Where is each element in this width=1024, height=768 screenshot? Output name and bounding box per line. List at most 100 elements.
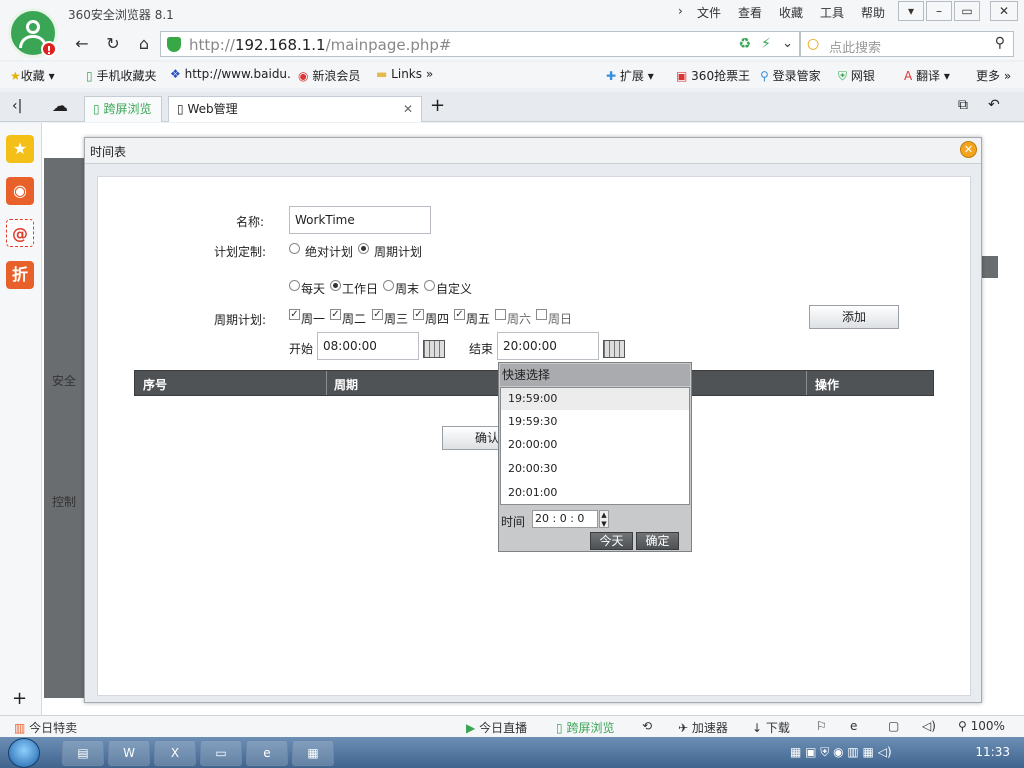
bookmark-sina[interactable]: ◉ 新浪会员 — [298, 67, 360, 84]
time-option[interactable]: 20:00:30 — [501, 458, 689, 480]
checkbox-tuesday[interactable]: ✓ — [330, 309, 341, 320]
bookmark-baidu[interactable]: ❖ http://www.baidu. — [170, 67, 291, 81]
close-window-button[interactable]: ✕ — [990, 1, 1018, 21]
bookmark-netbank[interactable]: ⛨ 网银 — [838, 67, 875, 84]
checkbox-saturday[interactable] — [495, 309, 506, 320]
discount-icon[interactable]: 折 — [6, 261, 34, 289]
cloud-icon[interactable]: ☁ — [52, 96, 68, 115]
skin-icon[interactable]: ▾ — [898, 1, 924, 21]
new-tab-icon[interactable]: + — [430, 95, 445, 116]
checkbox-monday[interactable]: ✓ — [289, 309, 300, 320]
menu-tools[interactable]: 工具 — [820, 4, 844, 21]
menu-file[interactable]: 文件 — [697, 4, 721, 21]
radio-workdays[interactable] — [330, 280, 341, 291]
bookmark-ticket[interactable]: ▣ 360抢票王 — [676, 67, 750, 84]
sidebar-toggle-icon[interactable]: ‹| — [12, 98, 22, 114]
close-tab-icon[interactable]: ✕ — [403, 97, 413, 121]
key-icon: ⚲ — [760, 69, 769, 83]
time-option[interactable]: 20:00:00 — [501, 434, 689, 456]
tray-icons[interactable]: ▦ ▣ ⛨ ◉ ▥ ▦ ◁) — [790, 745, 892, 760]
column-divider — [326, 371, 327, 395]
picker-ok-button[interactable]: 确定 — [636, 532, 679, 550]
refresh-icon[interactable]: ↻ — [101, 32, 125, 56]
checkbox-sunday[interactable] — [536, 309, 547, 320]
taskbar-browser-icon[interactable]: e — [246, 740, 288, 766]
window-icon[interactable]: ▢ — [888, 719, 899, 733]
live-today[interactable]: ▶ 今日直播 — [466, 719, 527, 736]
bookmark-extensions[interactable]: ✚ 扩展 ▾ — [606, 67, 654, 84]
speed-icon[interactable]: ⟲ — [642, 719, 652, 733]
radio-periodic-plan[interactable] — [358, 243, 369, 254]
system-clock[interactable]: 11:33 — [975, 745, 1010, 759]
downloads[interactable]: ↓ 下载 — [752, 719, 790, 736]
close-icon[interactable]: ✕ — [960, 141, 977, 158]
start-time-input[interactable]: 08:00:00 — [317, 332, 419, 360]
radio-weekend[interactable] — [383, 280, 394, 291]
time-option[interactable]: 20:01:00 — [501, 482, 689, 504]
search-input[interactable]: 点此搜索 — [829, 37, 881, 56]
chevron-down-icon[interactable]: ⌄ — [782, 36, 793, 51]
name-input[interactable]: WorkTime — [289, 206, 431, 234]
tab-web-management[interactable]: ▯ Web管理 ✕ — [168, 96, 422, 122]
taskbar-word-icon[interactable]: W — [108, 740, 150, 766]
add-sidebar-icon[interactable]: + — [12, 688, 27, 709]
accelerator[interactable]: ✈ 加速器 — [678, 719, 728, 736]
bookmark-favorites[interactable]: ★收藏 ▾ — [10, 67, 55, 84]
bookmark-links[interactable]: ▬ Links » — [376, 67, 433, 81]
address-url[interactable]: http://192.168.1.1/mainpage.php# — [189, 36, 452, 54]
taskbar-excel-icon[interactable]: X — [154, 740, 196, 766]
back-arrow-icon[interactable]: ← — [70, 32, 94, 56]
mail-icon[interactable]: @ — [6, 219, 34, 247]
start-button[interactable] — [8, 738, 40, 768]
sound-icon[interactable]: ◁) — [922, 719, 936, 733]
home-icon[interactable]: ⌂ — [132, 32, 156, 56]
bookmark-login-manager[interactable]: ⚲ 登录管家 — [760, 67, 821, 84]
recycle-icon[interactable]: ♻ — [738, 36, 751, 52]
puzzle-icon: ✚ — [606, 69, 617, 83]
start-calendar-icon[interactable] — [423, 340, 445, 358]
end-calendar-icon[interactable] — [603, 340, 625, 358]
zoom-level[interactable]: ⚲ 100% — [958, 719, 1005, 733]
address-bar[interactable]: http://192.168.1.1/mainpage.php# ♻ ⚡ ⌄ — [160, 31, 800, 57]
bookmark-translate[interactable]: A 翻译 ▾ — [904, 67, 950, 84]
menu-help[interactable]: 帮助 — [861, 4, 885, 21]
ie-icon[interactable]: e — [850, 719, 857, 733]
bookmark-more[interactable]: 更多 » — [976, 67, 1011, 84]
time-spinner[interactable]: ▲ ▼ — [599, 510, 609, 528]
daily-deals[interactable]: ▥ 今日特卖 — [14, 719, 77, 736]
search-engine-icon[interactable]: ○ — [807, 36, 819, 52]
menu-favorites[interactable]: 收藏 — [779, 4, 803, 21]
bookmark-mobile-favorites[interactable]: ▯ 手机收藏夹 — [86, 67, 156, 84]
radio-custom[interactable] — [424, 280, 435, 291]
browser-logo[interactable]: ! — [8, 8, 58, 58]
weibo-icon[interactable]: ◉ — [6, 177, 34, 205]
menu-forward-arrow-icon[interactable]: › — [678, 4, 683, 18]
menu-view[interactable]: 查看 — [738, 4, 762, 21]
taskbar-explorer-icon[interactable]: ▤ — [62, 740, 104, 766]
tab-cross-screen[interactable]: ▯ 跨屏浏览 — [84, 96, 162, 122]
time-option[interactable]: 19:59:00 — [501, 388, 689, 410]
search-box[interactable]: ○ 点此搜索 ⚲ — [800, 31, 1014, 57]
time-input[interactable]: 20 : 0 : 0 — [532, 510, 598, 528]
radio-absolute-plan[interactable] — [289, 243, 300, 254]
minimize-button[interactable]: – — [926, 1, 952, 21]
add-button[interactable]: 添加 — [809, 305, 899, 329]
undo-icon[interactable]: ↶ — [988, 97, 1000, 113]
time-option[interactable]: 19:59:30 — [501, 411, 689, 433]
checkbox-friday[interactable]: ✓ — [454, 309, 465, 320]
maximize-button[interactable]: ▭ — [954, 1, 980, 21]
flag-icon[interactable]: ⚐ — [816, 719, 827, 733]
search-icon[interactable]: ⚲ — [995, 35, 1005, 51]
cross-screen-status[interactable]: ▯ 跨屏浏览 — [556, 719, 614, 736]
end-time-input[interactable]: 20:00:00 — [497, 332, 599, 360]
favorites-star-icon[interactable]: ★ — [6, 135, 34, 163]
page-icon: ▯ — [177, 102, 184, 116]
today-button[interactable]: 今天 — [590, 532, 633, 550]
taskbar-cmd-icon[interactable]: ▭ — [200, 740, 242, 766]
lightning-icon[interactable]: ⚡ — [761, 36, 771, 52]
checkbox-thursday[interactable]: ✓ — [413, 309, 424, 320]
restore-window-icon[interactable]: ⧉ — [958, 97, 968, 113]
checkbox-wednesday[interactable]: ✓ — [372, 309, 383, 320]
taskbar-app-icon[interactable]: ▦ — [292, 740, 334, 766]
radio-everyday[interactable] — [289, 280, 300, 291]
